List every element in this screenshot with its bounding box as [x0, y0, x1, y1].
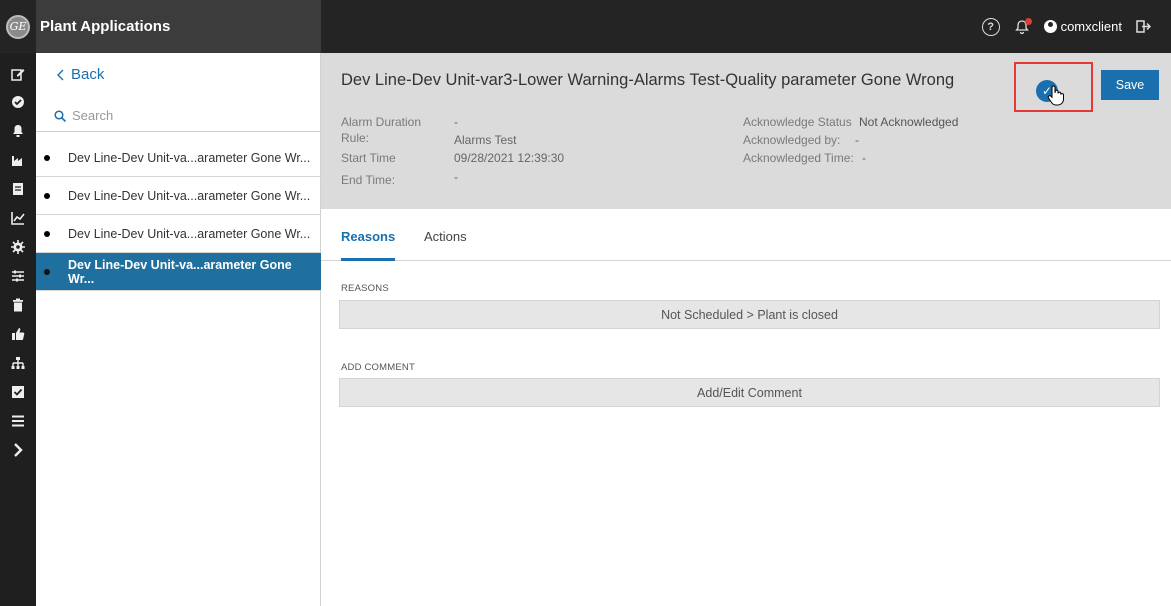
edit-icon[interactable]	[0, 59, 36, 89]
end-time-value: -	[454, 170, 458, 184]
alarm-list-item-label: Dev Line-Dev Unit-va...arameter Gone Wr.…	[68, 257, 292, 286]
sliders-icon[interactable]	[0, 261, 36, 291]
acknowledge-status-value: Not Acknowledged	[859, 115, 959, 129]
acknowledged-by-value: -	[855, 133, 859, 147]
alarm-detail-header: Dev Line-Dev Unit-var3-Lower Warning-Ala…	[321, 53, 1171, 209]
app-title-area: Plant Applications	[36, 0, 321, 53]
thumbs-up-icon[interactable]	[0, 319, 36, 349]
acknowledged-time-label: Acknowledged Time:	[743, 151, 854, 165]
logout-icon[interactable]	[1136, 19, 1151, 34]
user-menu[interactable]: comxclient	[1043, 19, 1122, 34]
gear-icon[interactable]	[0, 232, 36, 262]
rule-label: Rule:	[341, 131, 370, 145]
search-input[interactable]	[72, 108, 292, 123]
factory-icon[interactable]	[0, 145, 36, 175]
search-icon	[54, 109, 66, 122]
topbar-actions: ? comxclient	[981, 0, 1171, 53]
bullet-icon	[44, 154, 50, 161]
list-icon[interactable]	[0, 406, 36, 436]
hand-cursor-icon	[1047, 85, 1064, 106]
top-bar: GE Plant Applications ? comxclient	[0, 0, 1171, 53]
document-icon[interactable]	[0, 174, 36, 204]
end-time-label: End Time:	[341, 173, 396, 187]
user-name: comxclient	[1060, 19, 1122, 34]
add-comment-section-label: ADD COMMENT	[341, 362, 415, 373]
acknowledge-highlight: ✓	[1014, 62, 1093, 112]
check-circle-icon[interactable]	[0, 87, 36, 117]
search-box	[36, 100, 321, 132]
alarm-list-item-label: Dev Line-Dev Unit-va...arameter Gone Wr.…	[68, 188, 311, 203]
save-button[interactable]: Save	[1101, 70, 1159, 100]
bullet-icon	[44, 192, 50, 199]
notification-badge	[1024, 17, 1032, 25]
user-icon	[1043, 20, 1057, 33]
add-edit-comment-button[interactable]: Add/Edit Comment	[339, 378, 1160, 407]
reason-selector[interactable]: Not Scheduled > Plant is closed	[339, 300, 1160, 329]
tab-reasons[interactable]: Reasons	[341, 229, 396, 261]
alarm-title: Dev Line-Dev Unit-var3-Lower Warning-Ala…	[341, 71, 955, 89]
tab-actions[interactable]: Actions	[424, 229, 467, 261]
start-time-label: Start Time	[341, 151, 396, 165]
left-nav-rail	[0, 53, 36, 606]
acknowledge-status-label: Acknowledge Status	[743, 115, 852, 129]
acknowledged-by-label: Acknowledged by:	[743, 133, 841, 147]
alarm-list-item-label: Dev Line-Dev Unit-va...arameter Gone Wr.…	[68, 150, 311, 165]
chevron-right-icon[interactable]	[0, 435, 36, 465]
chevron-left-icon	[57, 69, 64, 80]
alarm-list-item[interactable]: Dev Line-Dev Unit-va...arameter Gone Wr.…	[36, 177, 321, 215]
notification-bell-icon[interactable]	[1014, 17, 1032, 35]
back-label: Back	[71, 66, 105, 83]
start-time-value: 09/28/2021 12:39:30	[454, 151, 565, 165]
alarm-list-item-selected[interactable]: Dev Line-Dev Unit-va...arameter Gone Wr.…	[36, 253, 321, 291]
alarm-list-item[interactable]: Dev Line-Dev Unit-va...arameter Gone Wr.…	[36, 215, 321, 253]
alarm-duration-label: Alarm Duration	[341, 115, 422, 129]
rule-value: Alarms Test	[454, 133, 517, 147]
alarms-bell-icon[interactable]	[0, 116, 36, 146]
alarm-list-item[interactable]: Dev Line-Dev Unit-va...arameter Gone Wr.…	[36, 139, 321, 177]
hierarchy-icon[interactable]	[0, 348, 36, 378]
app-title: Plant Applications	[40, 18, 171, 35]
alarm-list-panel: Back Dev Line-Dev Unit-va...arameter Gon…	[36, 53, 321, 606]
logo-mark: GE	[6, 14, 30, 39]
acknowledged-time-value: -	[862, 151, 866, 165]
alarm-list-item-label: Dev Line-Dev Unit-va...arameter Gone Wr.…	[68, 226, 311, 241]
bullet-icon	[44, 268, 50, 275]
ge-logo: GE	[0, 0, 36, 53]
alarm-duration-value: -	[454, 115, 458, 129]
back-link[interactable]: Back	[56, 66, 104, 83]
help-icon[interactable]: ?	[981, 17, 1000, 36]
reasons-section-label: REASONS	[341, 283, 389, 294]
chart-icon[interactable]	[0, 203, 36, 233]
bullet-icon	[44, 230, 50, 237]
trash-icon[interactable]	[0, 290, 36, 320]
detail-tabs: Reasons Actions	[321, 209, 1171, 261]
checkbox-icon[interactable]	[0, 377, 36, 407]
